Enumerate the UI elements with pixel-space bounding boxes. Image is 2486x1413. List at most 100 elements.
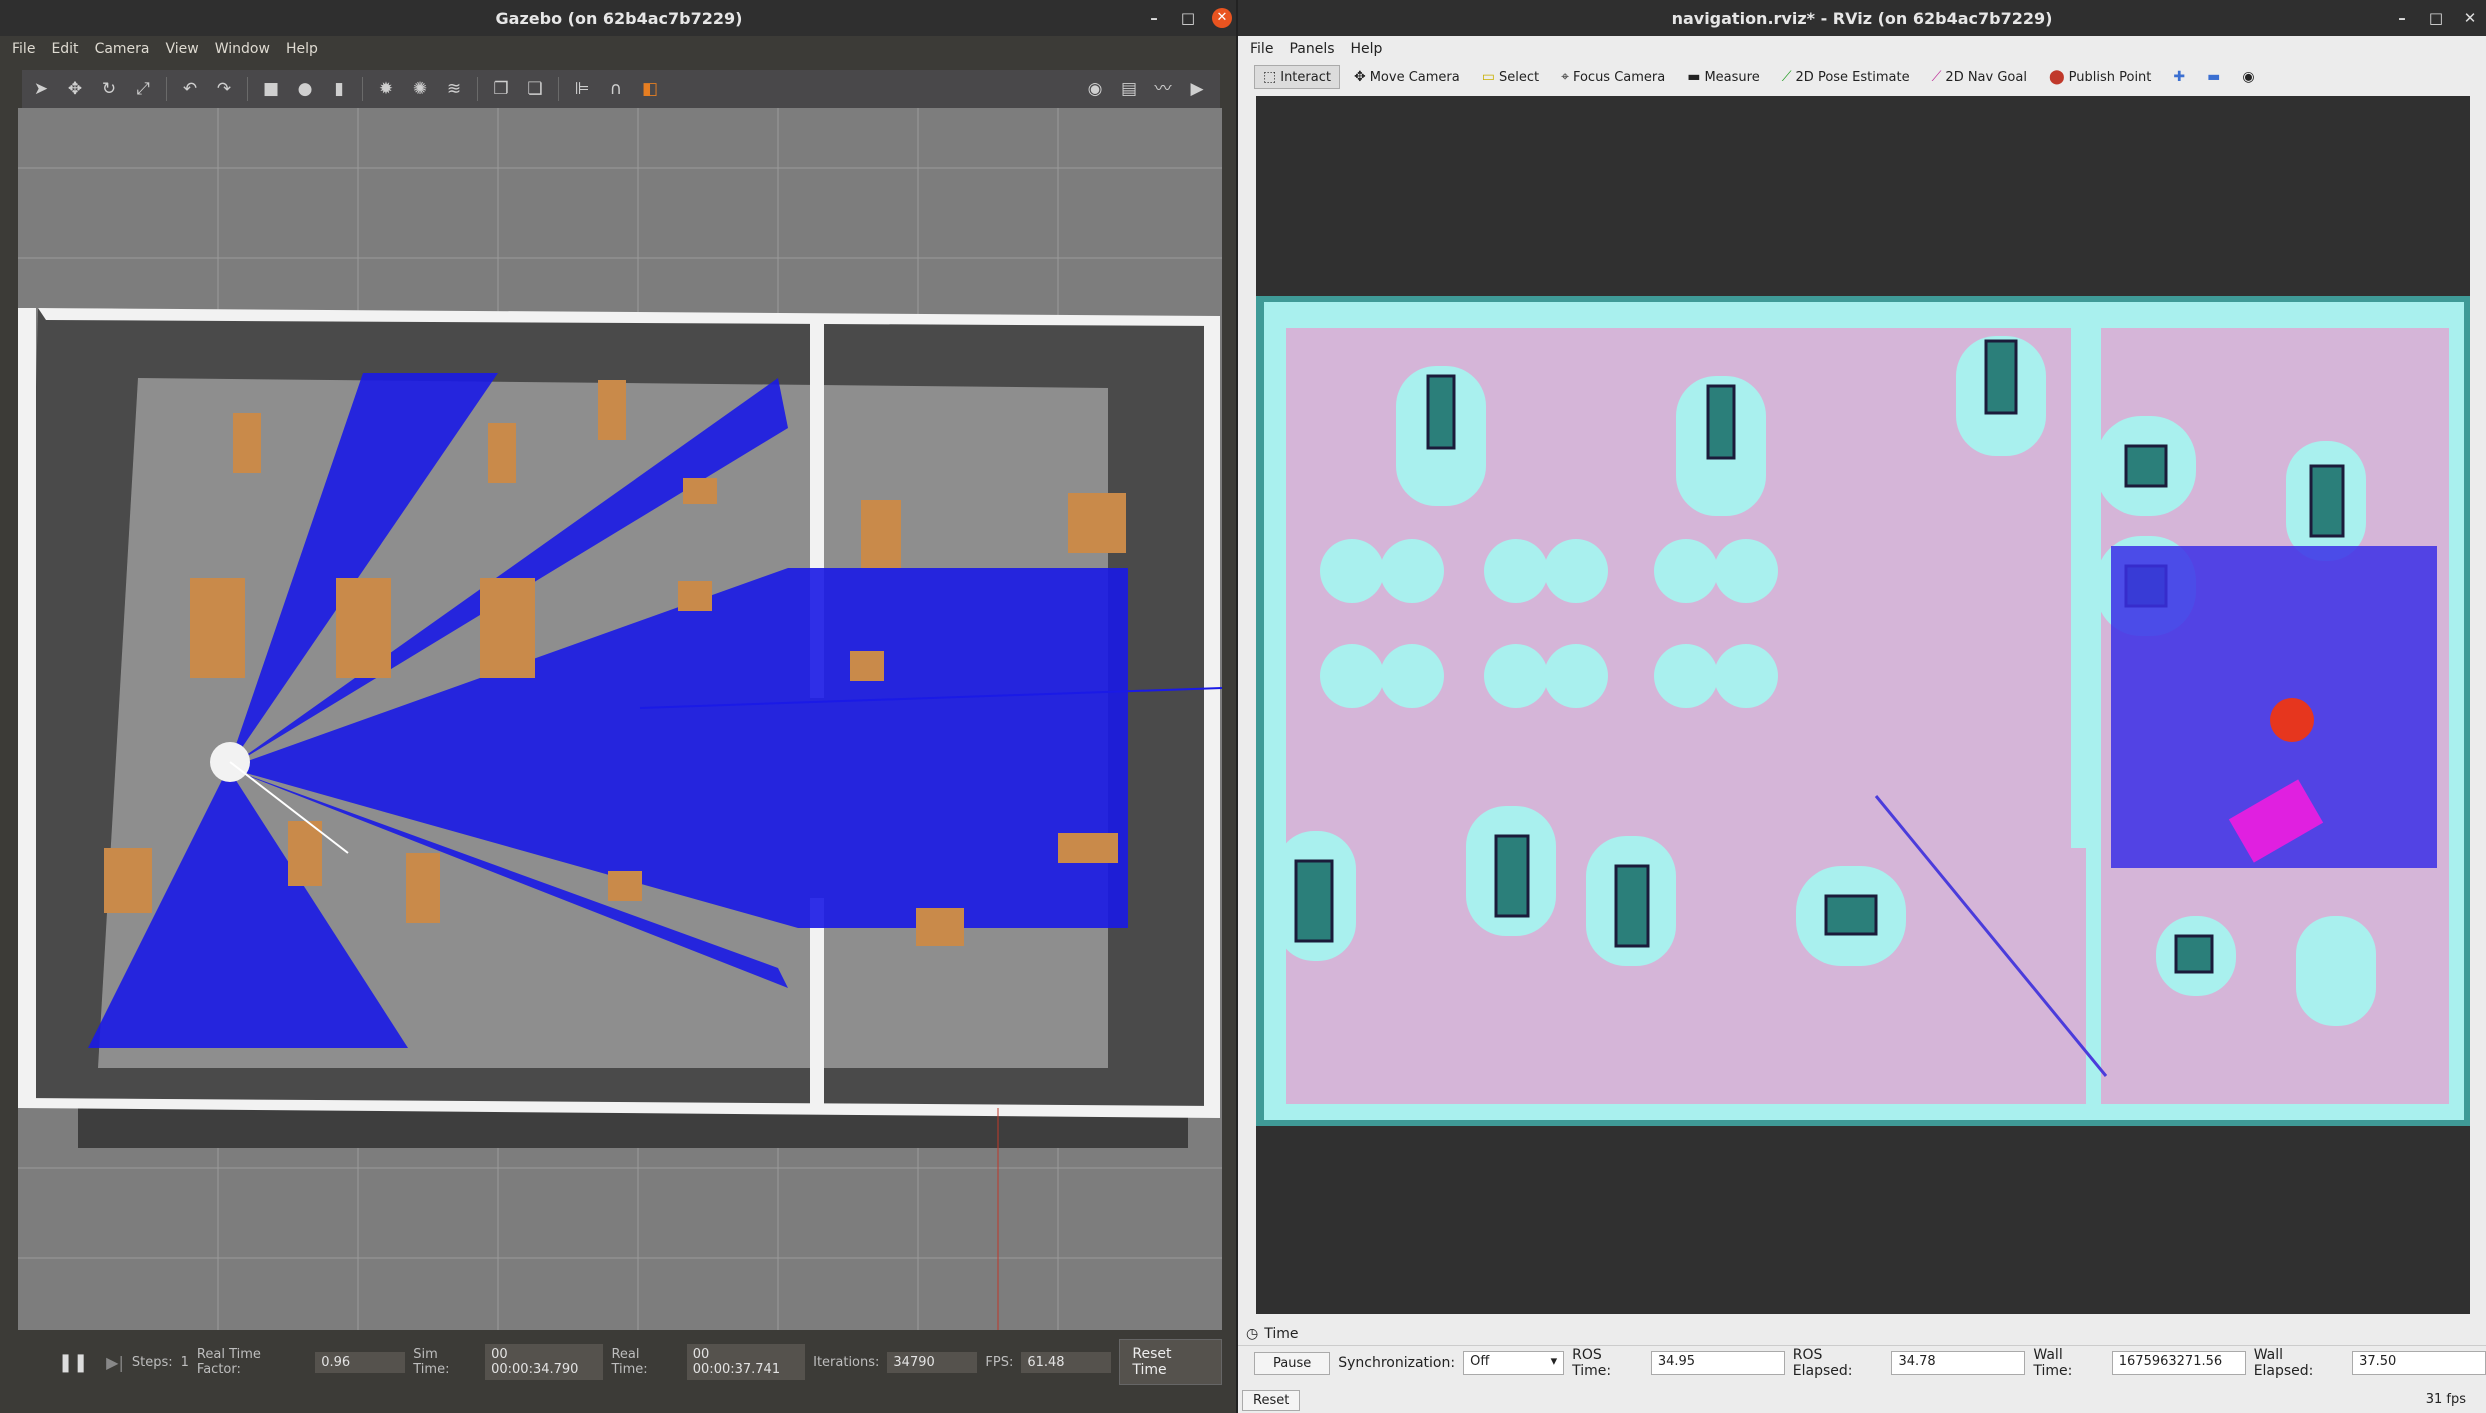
tool-focus-camera[interactable]: ⌖ Focus Camera bbox=[1553, 66, 1673, 88]
wall-elapsed-field[interactable]: 37.50 bbox=[2352, 1351, 2486, 1375]
rviz-map bbox=[1256, 296, 2470, 1126]
pose-estimate-icon: ⟋ bbox=[1781, 69, 1792, 85]
sync-label: Synchronization: bbox=[1338, 1355, 1456, 1371]
pause-button[interactable]: Pause bbox=[1254, 1351, 1331, 1375]
screenshot-icon[interactable]: ◉ bbox=[1084, 78, 1106, 100]
menu-camera[interactable]: Camera bbox=[89, 41, 156, 57]
nav-goal-icon: ⟋ bbox=[1931, 69, 1942, 85]
measure-icon: ▬ bbox=[1687, 69, 1701, 85]
rviz-menubar: File Panels Help bbox=[1238, 36, 2486, 62]
undo-icon[interactable]: ↶ bbox=[179, 78, 201, 100]
view-button[interactable]: ◉ bbox=[2234, 66, 2262, 88]
sphere-icon[interactable]: ● bbox=[294, 78, 316, 100]
plot-icon[interactable]: 〰 bbox=[1152, 78, 1174, 100]
wall-time-field[interactable]: 1675963271.56 bbox=[2111, 1351, 2246, 1375]
tool-label: Measure bbox=[1704, 69, 1760, 85]
rviz-3d-viewport[interactable] bbox=[1256, 96, 2470, 1314]
rtf-label: Real Time Factor: bbox=[196, 1347, 261, 1377]
rviz-titlebar: navigation.rviz* - RViz (on 62b4ac7b7229… bbox=[1238, 0, 2486, 36]
select-arrow-icon[interactable]: ➤ bbox=[30, 78, 52, 100]
sync-select[interactable]: Off ▾ bbox=[1463, 1351, 1565, 1375]
tool-measure[interactable]: ▬ Measure bbox=[1679, 66, 1767, 88]
snap-icon[interactable]: ∩ bbox=[605, 78, 627, 100]
add-tool-button[interactable]: ✚ bbox=[2165, 66, 2193, 88]
menu-help[interactable]: Help bbox=[280, 41, 324, 57]
step-icon[interactable]: ▶| bbox=[106, 1353, 124, 1372]
menu-view[interactable]: View bbox=[160, 41, 205, 57]
menu-edit[interactable]: Edit bbox=[45, 41, 84, 57]
robot-footprint[interactable] bbox=[2270, 698, 2314, 742]
iterations-label: Iterations: bbox=[813, 1354, 880, 1370]
tool-label: Focus Camera bbox=[1572, 69, 1666, 85]
chevron-down-icon: ▾ bbox=[1550, 1354, 1558, 1369]
minimize-icon[interactable]: – bbox=[2392, 8, 2412, 28]
menu-help[interactable]: Help bbox=[1345, 41, 1389, 57]
reset-button[interactable]: Reset bbox=[1242, 1390, 1301, 1411]
real-time-label: Real Time: bbox=[611, 1347, 648, 1377]
time-panel-row: Pause Synchronization: Off ▾ ROS Time: 3… bbox=[1238, 1346, 2486, 1380]
plus-icon: ✚ bbox=[2173, 69, 2186, 85]
publish-point-icon: ⬤ bbox=[2048, 69, 2065, 85]
rviz-toolbar: ⬚ Interact ✥ Move Camera ▭ Select ⌖ Focu… bbox=[1238, 62, 2486, 92]
menu-window[interactable]: Window bbox=[209, 41, 276, 57]
gazebo-statusbar: ❚❚ ▶| Steps: 1 Real Time Factor: 0.96 Si… bbox=[18, 1338, 1222, 1386]
rviz-window: navigation.rviz* - RViz (on 62b4ac7b7229… bbox=[1238, 0, 2486, 1413]
gazebo-menubar: File Edit Camera View Window Help bbox=[0, 36, 1238, 62]
directional-light-icon[interactable]: ≋ bbox=[443, 78, 465, 100]
fps-value: 61.48 bbox=[1021, 1351, 1112, 1373]
maximize-icon[interactable]: □ bbox=[1178, 8, 1198, 28]
toolbar-divider bbox=[362, 77, 363, 101]
box-icon[interactable]: ■ bbox=[260, 78, 282, 100]
pause-icon[interactable]: ❚❚ bbox=[58, 1352, 88, 1373]
menu-file[interactable]: File bbox=[1244, 41, 1279, 57]
ros-time-field[interactable]: 34.95 bbox=[1650, 1351, 1785, 1375]
tool-2d-nav-goal[interactable]: ⟋ 2D Nav Goal bbox=[1924, 66, 2035, 88]
view-angle-icon[interactable]: ◧ bbox=[639, 78, 661, 100]
time-panel-header: ◷ Time bbox=[1238, 1322, 2486, 1346]
translate-icon[interactable]: ✥ bbox=[64, 78, 86, 100]
gazebo-window: Gazebo (on 62b4ac7b7229) – □ ✕ File Edit… bbox=[0, 0, 1238, 1413]
sync-value: Off bbox=[1470, 1354, 1490, 1369]
fps-readout: 31 fps bbox=[2425, 1392, 2466, 1407]
steps-value[interactable]: 1 bbox=[181, 1355, 189, 1370]
cylinder-icon[interactable]: ▮ bbox=[328, 78, 350, 100]
toolbar-divider bbox=[166, 77, 167, 101]
clock-icon: ◷ bbox=[1246, 1325, 1259, 1342]
copy-icon[interactable]: ❐ bbox=[490, 78, 512, 100]
steps-label: Steps: bbox=[131, 1354, 173, 1370]
tool-publish-point[interactable]: ⬤ Publish Point bbox=[2041, 66, 2159, 88]
align-icon[interactable]: ⊫ bbox=[571, 78, 593, 100]
tool-interact[interactable]: ⬚ Interact bbox=[1254, 65, 1340, 89]
tool-label: 2D Pose Estimate bbox=[1795, 69, 1910, 85]
record-icon[interactable]: ▶ bbox=[1186, 78, 1208, 100]
point-light-icon[interactable]: ✹ bbox=[375, 78, 397, 100]
maximize-icon[interactable]: □ bbox=[2426, 8, 2446, 28]
close-icon[interactable]: ✕ bbox=[1212, 8, 1232, 28]
remove-tool-button[interactable]: ▬ bbox=[2199, 66, 2228, 88]
tool-label: Move Camera bbox=[1369, 69, 1460, 85]
tool-label: Interact bbox=[1280, 69, 1331, 85]
interact-icon: ⬚ bbox=[1263, 69, 1277, 85]
toolbar-divider bbox=[477, 77, 478, 101]
close-icon[interactable]: ✕ bbox=[2460, 8, 2480, 28]
minus-icon: ▬ bbox=[2207, 69, 2221, 85]
redo-icon[interactable]: ↷ bbox=[213, 78, 235, 100]
paste-icon[interactable]: ❏ bbox=[524, 78, 546, 100]
time-panel: ◷ Time Pause Synchronization: Off ▾ ROS … bbox=[1238, 1322, 2486, 1413]
tool-move-camera[interactable]: ✥ Move Camera bbox=[1346, 66, 1468, 88]
ros-time-label: ROS Time: bbox=[1572, 1347, 1612, 1379]
wall-time-label: Wall Time: bbox=[2033, 1347, 2073, 1379]
menu-file[interactable]: File bbox=[6, 41, 41, 57]
reset-time-button[interactable]: Reset Time bbox=[1119, 1339, 1222, 1385]
tool-2d-pose-estimate[interactable]: ⟋ 2D Pose Estimate bbox=[1774, 66, 1918, 88]
rotate-icon[interactable]: ↻ bbox=[98, 78, 120, 100]
scale-icon[interactable]: ⤢ bbox=[132, 78, 154, 100]
tool-label: Publish Point bbox=[2068, 69, 2152, 85]
gazebo-3d-viewport[interactable] bbox=[18, 108, 1222, 1330]
log-icon[interactable]: ▤ bbox=[1118, 78, 1140, 100]
menu-panels[interactable]: Panels bbox=[1283, 41, 1340, 57]
tool-select[interactable]: ▭ Select bbox=[1474, 66, 1547, 88]
ros-elapsed-field[interactable]: 34.78 bbox=[1891, 1351, 2026, 1375]
spot-light-icon[interactable]: ✺ bbox=[409, 78, 431, 100]
minimize-icon[interactable]: – bbox=[1144, 8, 1164, 28]
